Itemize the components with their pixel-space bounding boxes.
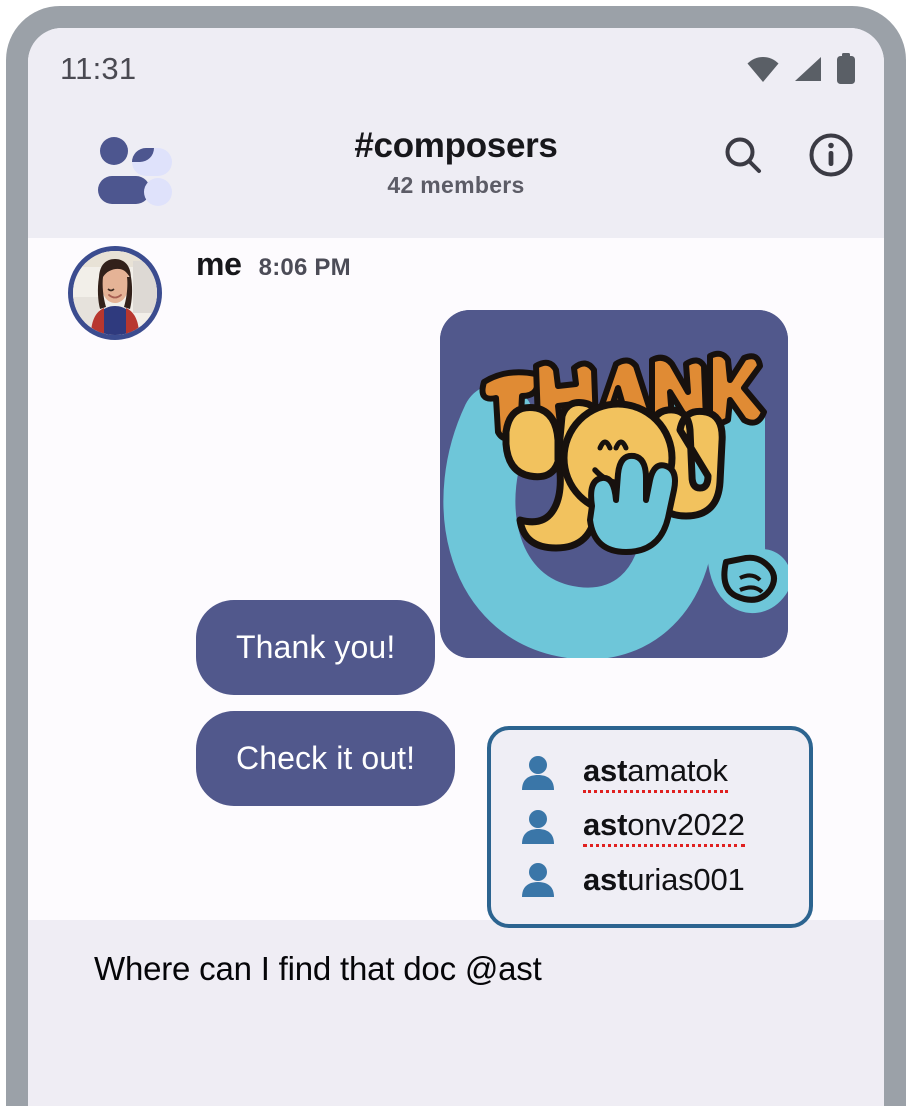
- message-list[interactable]: me 8:06 PM Thank you! Check it out! asta…: [28, 238, 884, 1106]
- mention-suggestion-item[interactable]: asturias001: [491, 854, 809, 906]
- app-logo-icon[interactable]: [96, 136, 174, 208]
- composer-bar[interactable]: Where can I find that doc @ast: [28, 920, 884, 1106]
- header-actions: [720, 132, 854, 178]
- mention-suggestion-label: astamatok: [583, 753, 728, 793]
- info-icon: [809, 133, 853, 177]
- status-icons: [746, 53, 856, 85]
- cellular-signal-icon: [795, 57, 821, 81]
- battery-icon: [837, 53, 855, 84]
- mention-suggestion-label: astonv2022: [583, 807, 745, 847]
- mention-suggestion-label: asturias001: [583, 862, 745, 897]
- person-icon: [522, 863, 554, 897]
- status-clock: 11:31: [60, 51, 137, 86]
- message-bubble-text[interactable]: Thank you!: [196, 600, 436, 695]
- search-button[interactable]: [720, 132, 766, 178]
- info-button[interactable]: [808, 132, 854, 178]
- message-meta: me 8:06 PM: [196, 238, 884, 294]
- message-body: me 8:06 PM Thank you! Check it out!: [196, 238, 884, 806]
- mention-suggestion-item[interactable]: astamatok: [491, 746, 809, 800]
- phone-frame: 11:31 #composers 42 members me 8:06 PM T…: [6, 6, 906, 1106]
- search-icon: [725, 137, 761, 173]
- phone-screen: 11:31 #composers 42 members me 8:06 PM T…: [28, 28, 884, 1106]
- thank-you-sticker: [439, 310, 788, 658]
- mention-suggestion-item[interactable]: astonv2022: [491, 800, 809, 854]
- message-bubble-text[interactable]: Check it out!: [196, 711, 456, 806]
- wifi-icon: [747, 57, 779, 82]
- mention-autocomplete-popup[interactable]: astamatok astonv2022 asturias001: [487, 726, 813, 928]
- channel-header: #composers 42 members: [28, 110, 884, 238]
- person-icon: [522, 810, 554, 844]
- avatar[interactable]: [68, 246, 162, 340]
- person-icon: [522, 756, 554, 790]
- message-bubble-sticker[interactable]: [439, 310, 788, 658]
- message-timestamp: 8:06 PM: [258, 254, 351, 281]
- status-bar: 11:31: [28, 28, 884, 110]
- message-input[interactable]: Where can I find that doc @ast: [94, 950, 542, 988]
- message-author: me: [196, 246, 242, 282]
